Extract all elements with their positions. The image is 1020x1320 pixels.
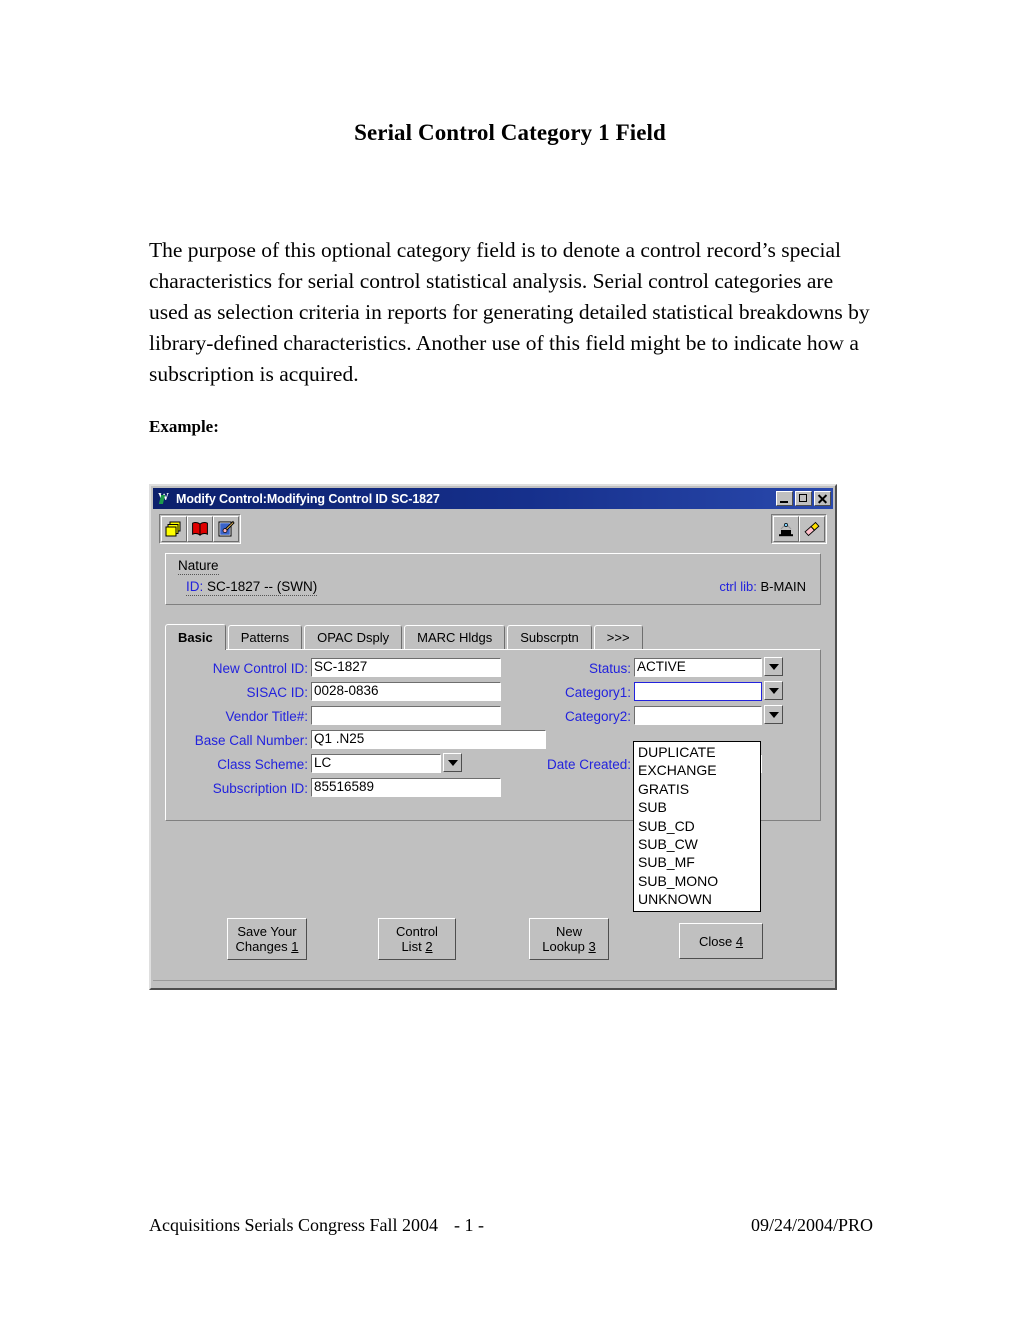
class-scheme-label: Class Scheme: bbox=[217, 757, 308, 772]
list-item[interactable]: SUB bbox=[634, 798, 760, 816]
date-created-label: Date Created: bbox=[546, 757, 631, 772]
tab-more[interactable]: >>> bbox=[593, 625, 643, 649]
list-item[interactable]: SUB_MONO bbox=[634, 872, 760, 890]
minimize-button[interactable] bbox=[776, 491, 793, 506]
nature-id-label: ID: bbox=[186, 579, 204, 594]
control-list-button[interactable]: Control List 2 bbox=[378, 918, 456, 960]
new-control-id-input[interactable]: SC-1827 bbox=[311, 658, 501, 677]
base-call-number-label: Base Call Number: bbox=[194, 733, 308, 748]
category2-label: Category2: bbox=[564, 709, 631, 724]
class-scheme-dropdown-arrow[interactable] bbox=[443, 753, 462, 772]
tab-patterns[interactable]: Patterns bbox=[227, 625, 303, 649]
ctrl-lib-label: ctrl lib: bbox=[719, 579, 757, 594]
nature-ctrl-lib: ctrl lib: B-MAIN bbox=[719, 579, 806, 594]
window-bottom-strip bbox=[153, 980, 833, 986]
app-logo-icon: W bbox=[156, 491, 171, 506]
list-item[interactable]: EXCHANGE bbox=[634, 761, 760, 779]
tab-opac-dsply[interactable]: OPAC Dsply bbox=[304, 625, 403, 649]
category1-dropdown-list[interactable]: DUPLICATE EXCHANGE GRATIS SUB SUB_CD SUB… bbox=[633, 741, 761, 912]
modify-control-window: W Modify Control:Modifying Control ID SC… bbox=[149, 484, 837, 990]
window-titlebar: W Modify Control:Modifying Control ID SC… bbox=[153, 488, 833, 509]
save-button-line1: Save Your bbox=[237, 924, 297, 939]
list-item[interactable]: DUPLICATE bbox=[634, 743, 760, 761]
page-title: Serial Control Category 1 Field bbox=[354, 120, 666, 145]
status-input[interactable]: ACTIVE bbox=[634, 658, 762, 677]
subscription-id-label: Subscription ID: bbox=[212, 781, 308, 796]
save-button-accel: 1 bbox=[291, 939, 299, 954]
class-scheme-input[interactable]: LC bbox=[311, 754, 441, 773]
new-lookup-accel: 3 bbox=[588, 939, 596, 954]
new-control-id-label: New Control ID: bbox=[212, 661, 308, 676]
body-paragraph: The purpose of this optional category fi… bbox=[149, 238, 870, 386]
save-button-line2: Changes bbox=[235, 939, 288, 954]
save-your-changes-button[interactable]: Save Your Changes 1 bbox=[227, 918, 307, 960]
tab-bar: Basic Patterns OPAC Dsply MARC Hldgs Sub… bbox=[165, 623, 835, 650]
window-controls bbox=[776, 491, 831, 506]
maximize-button[interactable] bbox=[795, 491, 812, 506]
eraser-pencil-icon[interactable] bbox=[799, 516, 825, 542]
status-label: Status: bbox=[588, 661, 631, 676]
close-button-accel: 4 bbox=[735, 933, 744, 949]
category1-dropdown-arrow[interactable] bbox=[764, 681, 783, 700]
new-lookup-button[interactable]: New Lookup 3 bbox=[529, 918, 609, 960]
page-footer: Acquisitions Serials Congress Fall 2004 … bbox=[149, 1215, 873, 1236]
open-book-icon[interactable] bbox=[187, 516, 213, 542]
window-title: Modify Control:Modifying Control ID SC-1… bbox=[176, 491, 440, 506]
new-lookup-line2: Lookup bbox=[542, 939, 585, 954]
nature-group: Nature ID: SC-1827 -- (SWN) ctrl lib: B-… bbox=[165, 553, 821, 605]
nature-legend: Nature bbox=[178, 558, 219, 575]
control-list-line1: Control bbox=[396, 924, 438, 939]
close-button-label: Close bbox=[698, 933, 733, 949]
base-call-number-input[interactable]: Q1 .N25 bbox=[311, 730, 546, 749]
list-item[interactable]: UNKNOWN bbox=[634, 890, 760, 908]
vendor-title-input[interactable] bbox=[311, 706, 501, 725]
close-button[interactable] bbox=[814, 491, 831, 506]
tab-basic[interactable]: Basic bbox=[165, 624, 226, 650]
footer-left-text: Acquisitions Serials Congress Fall 2004 bbox=[149, 1215, 438, 1235]
example-label: Example: bbox=[149, 417, 219, 436]
category1-input[interactable] bbox=[634, 682, 762, 701]
subscription-id-input[interactable]: 85516589 bbox=[311, 778, 501, 797]
tab-subscrptn[interactable]: Subscrptn bbox=[507, 625, 592, 649]
sisac-id-input[interactable]: 0028-0836 bbox=[311, 682, 501, 701]
list-item[interactable]: SUB_CD bbox=[634, 817, 760, 835]
close-window-button[interactable]: Close 4 bbox=[679, 923, 763, 959]
sisac-id-label: SISAC ID: bbox=[246, 685, 308, 700]
toolbar-right-group bbox=[771, 514, 827, 544]
control-list-line2: List bbox=[401, 939, 422, 954]
ctrl-lib-value: B-MAIN bbox=[760, 579, 807, 594]
new-lookup-line1: New bbox=[555, 924, 582, 939]
edit-note-icon[interactable] bbox=[213, 516, 239, 542]
control-list-accel: 2 bbox=[425, 939, 433, 954]
toolbar-left-group bbox=[159, 514, 241, 544]
list-item[interactable]: SUB_CW bbox=[634, 835, 760, 853]
list-item[interactable]: SUB_MF bbox=[634, 853, 760, 871]
status-dropdown-arrow[interactable] bbox=[764, 657, 783, 676]
nature-id-value: SC-1827 -- (SWN) bbox=[207, 579, 318, 594]
magic-hat-icon[interactable] bbox=[773, 516, 799, 542]
category1-label: Category1: bbox=[564, 685, 631, 700]
list-item[interactable]: GRATIS bbox=[634, 780, 760, 798]
window-toolbar bbox=[154, 512, 832, 546]
footer-page-number: - 1 - bbox=[454, 1215, 484, 1235]
vendor-title-label: Vendor Title#: bbox=[225, 709, 308, 724]
action-button-row: Save Your Changes 1 Control List 2 New L… bbox=[151, 918, 835, 968]
footer-right-text: 09/24/2004/PRO bbox=[750, 1215, 873, 1235]
copy-records-icon[interactable] bbox=[161, 516, 187, 542]
nature-id: ID: SC-1827 -- (SWN) bbox=[186, 579, 318, 596]
tab-marc-hldgs[interactable]: MARC Hldgs bbox=[404, 625, 506, 649]
category2-dropdown-arrow[interactable] bbox=[764, 705, 783, 724]
category2-input[interactable] bbox=[634, 706, 762, 725]
